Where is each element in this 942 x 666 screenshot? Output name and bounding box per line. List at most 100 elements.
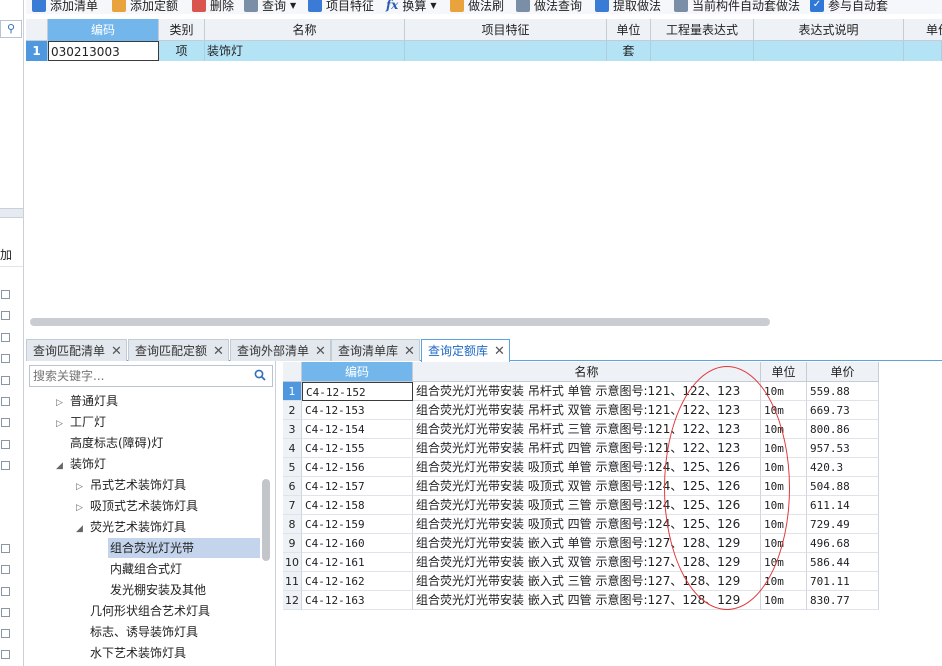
cell-unit[interactable]: 10m <box>761 458 807 477</box>
cell-price[interactable]: 669.73 <box>807 401 879 420</box>
cell-code[interactable]: 030213003 <box>48 41 159 61</box>
cell-unit[interactable]: 10m <box>761 401 807 420</box>
tree-item[interactable]: 内藏组合式灯 <box>110 559 182 579</box>
cell-feature[interactable] <box>405 41 607 61</box>
cell-unit[interactable]: 10m <box>761 477 807 496</box>
row-checkbox[interactable] <box>1 440 10 449</box>
close-icon[interactable]: ✕ <box>213 341 224 363</box>
column-header-price[interactable]: 单价 <box>904 19 942 41</box>
cell-code[interactable]: C4-12-152 <box>302 382 413 401</box>
cell-price[interactable]: 586.44 <box>807 553 879 572</box>
row-checkbox[interactable] <box>1 311 10 320</box>
cell-expression-desc[interactable] <box>754 41 904 61</box>
vertical-scrollbar[interactable] <box>262 479 270 561</box>
query-button[interactable]: 查询 ▼ <box>244 0 296 14</box>
row-checkbox[interactable] <box>1 565 10 574</box>
method-query-button[interactable]: 做法查询 <box>516 0 582 14</box>
cell-expression[interactable] <box>651 41 754 61</box>
cell-price[interactable]: 420.3 <box>807 458 879 477</box>
tree-item[interactable]: ▷ 工厂灯 <box>56 412 106 432</box>
participate-auto-checkbox[interactable]: ✓ 参与自动套 <box>810 0 888 14</box>
cell-unit[interactable]: 10m <box>761 439 807 458</box>
cell-price[interactable]: 729.49 <box>807 515 879 534</box>
tree-item[interactable]: 发光棚安装及其他 <box>110 580 206 600</box>
auto-apply-button[interactable]: 当前构件自动套做法 <box>674 0 800 14</box>
tree-item[interactable]: 标志、诱导装饰灯具 <box>90 622 198 642</box>
column-header-expression[interactable]: 工程量表达式 <box>651 19 754 41</box>
cell-code[interactable]: C4-12-156 <box>302 458 413 477</box>
expand-arrow-icon[interactable]: ▷ <box>76 498 90 518</box>
cell-code[interactable]: C4-12-157 <box>302 477 413 496</box>
expand-arrow-icon[interactable]: ▷ <box>56 393 70 413</box>
cell-price[interactable]: 611.14 <box>807 496 879 515</box>
close-icon[interactable]: ✕ <box>111 341 122 363</box>
cell-name[interactable]: 装饰灯 <box>205 41 405 61</box>
row-checkbox[interactable] <box>1 397 10 406</box>
cell-name[interactable]: 组合荧光灯光带安装 吸顶式 单管 示意图号:124、125、126 <box>413 458 761 477</box>
collapse-arrow-icon[interactable]: ◢ <box>56 456 70 476</box>
tree-item[interactable]: ◢ 荧光艺术装饰灯具 <box>76 517 186 537</box>
column-header-feature[interactable]: 项目特征 <box>405 19 607 41</box>
tree-item-selected[interactable]: 组合荧光灯光带 <box>108 538 260 558</box>
method-brush-button[interactable]: 做法刷 <box>450 0 504 14</box>
tree-item[interactable]: 高度标志(障碍)灯 <box>56 433 163 453</box>
add-list-button[interactable]: 添加清单 <box>32 0 98 14</box>
cell-price[interactable]: 800.86 <box>807 420 879 439</box>
row-checkbox[interactable] <box>1 544 10 553</box>
cell-name[interactable]: 组合荧光灯光带安装 嵌入式 三管 示意图号:127、128、129 <box>413 572 761 591</box>
cell-unit[interactable]: 套 <box>607 41 651 61</box>
row-checkbox[interactable] <box>1 629 10 638</box>
cell-name[interactable]: 组合荧光灯光带安装 吊杆式 单管 示意图号:121、122、123 <box>413 382 761 401</box>
cell-code[interactable]: C4-12-155 <box>302 439 413 458</box>
cell-type[interactable]: 项 <box>159 41 205 61</box>
column-header-code[interactable]: 编码 <box>302 362 413 382</box>
search-icon[interactable] <box>254 369 266 381</box>
row-checkbox[interactable] <box>1 461 10 470</box>
expand-arrow-icon[interactable]: ▷ <box>76 477 90 497</box>
tab-match-list[interactable]: 查询匹配清单 ✕ <box>26 339 127 361</box>
row-checkbox[interactable] <box>1 354 10 363</box>
cell-code[interactable]: C4-12-158 <box>302 496 413 515</box>
row-checkbox[interactable] <box>1 608 10 617</box>
cell-name[interactable]: 组合荧光灯光带安装 吸顶式 双管 示意图号:124、125、126 <box>413 477 761 496</box>
horizontal-scrollbar[interactable] <box>30 318 770 326</box>
tree-item[interactable]: 几何形状组合艺术灯具 <box>90 601 210 621</box>
tab-match-quota[interactable]: 查询匹配定额 ✕ <box>128 339 229 361</box>
cell-name[interactable]: 组合荧光灯光带安装 嵌入式 双管 示意图号:127、128、129 <box>413 553 761 572</box>
column-header-code[interactable]: 编码 <box>48 19 159 41</box>
cell-unit[interactable]: 10m <box>761 572 807 591</box>
row-checkbox[interactable] <box>1 587 10 596</box>
table-row[interactable]: 1 030213003 项 装饰灯 套 <box>26 41 942 61</box>
cell-unit[interactable]: 10m <box>761 553 807 572</box>
expand-arrow-icon[interactable]: ▷ <box>56 414 70 434</box>
search-icon[interactable]: ⚲ <box>0 20 22 38</box>
cell-price[interactable]: 496.68 <box>807 534 879 553</box>
cell-price[interactable]: 504.88 <box>807 477 879 496</box>
column-header-type[interactable]: 类别 <box>159 19 205 41</box>
tree-item[interactable]: ▷ 吸顶式艺术装饰灯具 <box>76 496 198 516</box>
search-input[interactable] <box>30 366 245 386</box>
cell-price[interactable]: 701.11 <box>807 572 879 591</box>
tree-item[interactable]: ▷ 普通灯具 <box>56 391 118 411</box>
item-feature-button[interactable]: 项目特征 <box>308 0 374 14</box>
row-checkbox[interactable] <box>1 290 10 299</box>
cell-unit[interactable]: 10m <box>761 496 807 515</box>
extract-method-button[interactable]: 提取做法 <box>595 0 661 14</box>
cell-code[interactable]: C4-12-160 <box>302 534 413 553</box>
row-checkbox[interactable] <box>1 376 10 385</box>
cell-unit[interactable]: 10m <box>761 534 807 553</box>
cell-price[interactable]: 830.77 <box>807 591 879 610</box>
tree-item[interactable]: 水下艺术装饰灯具 <box>90 643 186 663</box>
column-header-price[interactable]: 单价 <box>807 362 879 382</box>
cell-unit[interactable]: 10m <box>761 515 807 534</box>
column-header-name[interactable]: 名称 <box>205 19 405 41</box>
cell-code[interactable]: C4-12-162 <box>302 572 413 591</box>
row-checkbox[interactable] <box>1 650 10 659</box>
tab-quota-library[interactable]: 查询定额库 ✕ <box>421 339 510 362</box>
cell-code[interactable]: C4-12-163 <box>302 591 413 610</box>
cell-name[interactable]: 组合荧光灯光带安装 吊杆式 四管 示意图号:121、122、123 <box>413 439 761 458</box>
tab-list-library[interactable]: 查询清单库 ✕ <box>331 339 420 361</box>
cell-code[interactable]: C4-12-159 <box>302 515 413 534</box>
cell-code[interactable]: C4-12-154 <box>302 420 413 439</box>
cell-name[interactable]: 组合荧光灯光带安装 嵌入式 单管 示意图号:127、128、129 <box>413 534 761 553</box>
